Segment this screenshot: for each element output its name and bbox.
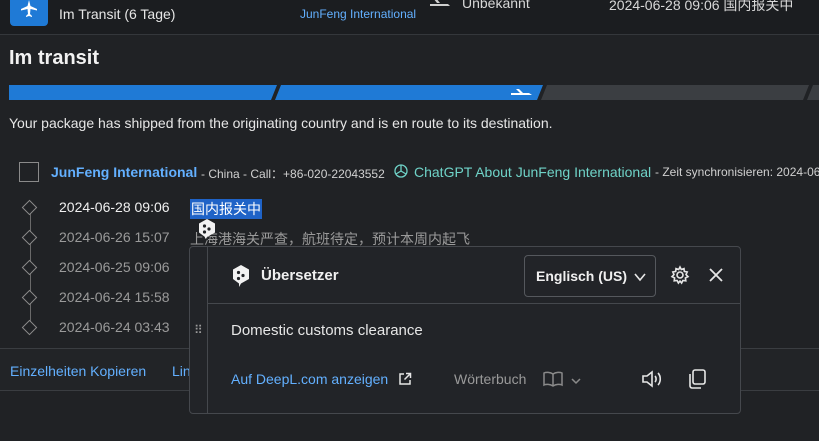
link-button[interactable]: Lin [172, 363, 191, 379]
event-date: 2024-06-24 03:43 [59, 319, 170, 335]
popup-divider [207, 303, 740, 304]
timeline-marker [21, 199, 38, 216]
airplane-icon [10, 0, 48, 26]
last-event: 2024-06-28 09:06 国内报关中 [609, 0, 794, 13]
carrier-name-link[interactable]: JunFeng International [51, 164, 197, 180]
open-deepl-link[interactable]: Auf DeepL.com anzeigen [231, 371, 388, 387]
sync-time: - Zeit synchronisieren: 2024-06 [655, 165, 819, 179]
dictionary-button[interactable]: Wörterbuch [454, 371, 526, 387]
drag-grip-icon[interactable]: ⠿ [190, 247, 208, 413]
carrier-link[interactable]: JunFeng International [300, 7, 416, 21]
translation-text: Domestic customs clearance [231, 322, 423, 339]
timeline-marker [21, 289, 38, 306]
destination-value: Unbekannt [462, 0, 530, 11]
transit-status: Im Transit (6 Tage) [59, 6, 176, 22]
chatgpt-icon [393, 163, 409, 182]
event-date: 2024-06-24 15:58 [59, 289, 170, 305]
translator-popup: ⠿ Übersetzer Englisch (US) Domestic cust… [189, 246, 741, 414]
deepl-icon [231, 264, 251, 293]
copy-details-button[interactable]: Einzelheiten Kopieren [10, 363, 146, 379]
timeline-marker [21, 319, 38, 336]
book-icon [542, 370, 564, 393]
language-select[interactable]: Englisch (US) [524, 255, 656, 297]
timeline-marker [21, 259, 38, 276]
progress-bar [9, 85, 819, 100]
event-date: 2024-06-26 15:07 [59, 229, 170, 245]
chevron-down-icon[interactable] [570, 374, 582, 392]
carrier-contact: - China - Call：+86-020-22043552 [201, 167, 385, 181]
speaker-icon[interactable] [640, 367, 664, 396]
external-link-icon[interactable] [398, 372, 412, 391]
arrival-plane-icon [428, 0, 452, 15]
tracking-header: Im Transit (6 Tage) JunFeng Internationa… [0, 0, 819, 35]
status-description: Your package has shipped from the origin… [9, 115, 553, 131]
event-date: 2024-06-28 09:06 [59, 199, 170, 215]
chatgpt-link[interactable]: ChatGPT About JunFeng International [414, 164, 651, 180]
language-label: Englisch (US) [536, 268, 628, 284]
progress-segment-4 [807, 85, 819, 100]
chevron-down-icon [633, 270, 647, 289]
gear-icon[interactable] [670, 265, 690, 290]
progress-segments [9, 85, 819, 100]
carrier-checkbox[interactable] [19, 162, 39, 182]
timeline-marker [21, 229, 38, 246]
progress-segment-1 [9, 85, 277, 100]
event-text-selected[interactable]: 国内报关中 [190, 199, 262, 219]
progress-segment-3 [541, 85, 809, 100]
deepl-icon[interactable] [197, 218, 217, 240]
copy-icon[interactable] [685, 367, 709, 396]
translator-title: Übersetzer [261, 267, 339, 284]
close-icon[interactable] [707, 266, 725, 289]
section-title: Im transit [9, 47, 100, 69]
event-date: 2024-06-25 09:06 [59, 259, 170, 275]
progress-segment-2 [275, 85, 543, 100]
